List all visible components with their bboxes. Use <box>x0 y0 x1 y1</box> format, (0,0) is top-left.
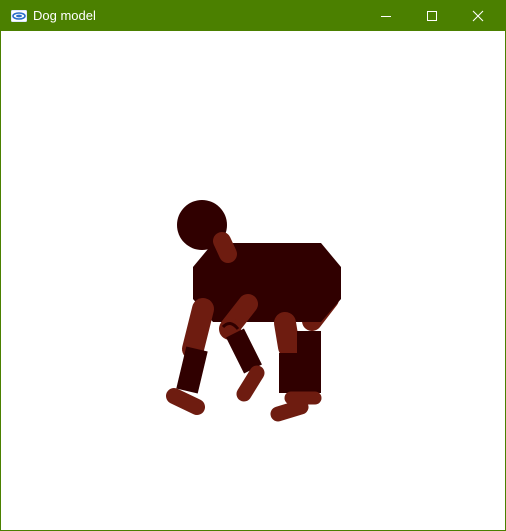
close-button[interactable] <box>455 1 501 31</box>
front-leg-left-paw <box>166 388 205 415</box>
front-leg-left-upper <box>182 298 214 360</box>
render-viewport[interactable] <box>1 31 505 530</box>
close-icon <box>472 10 484 22</box>
maximize-icon <box>427 11 437 21</box>
front-leg-right-paw <box>236 365 265 402</box>
back-leg-far-lower <box>297 331 321 393</box>
back-leg-near-upper <box>274 312 300 358</box>
opengl-app-icon <box>11 10 27 22</box>
title-bar[interactable]: Dog model <box>1 1 505 31</box>
front-leg-right-lower <box>226 328 262 374</box>
back-leg-near-paw <box>270 399 309 422</box>
minimize-button[interactable] <box>363 1 409 31</box>
front-leg-left <box>166 298 214 415</box>
minimize-icon <box>381 16 391 17</box>
dog-body <box>193 243 341 322</box>
window-title: Dog model <box>33 8 96 23</box>
front-leg-left-lower <box>176 346 208 394</box>
dog-neck <box>213 232 237 263</box>
maximize-button[interactable] <box>409 1 455 31</box>
app-window: Dog model <box>0 0 506 531</box>
dog-model <box>166 200 341 422</box>
dog-model-scene <box>166 200 341 422</box>
